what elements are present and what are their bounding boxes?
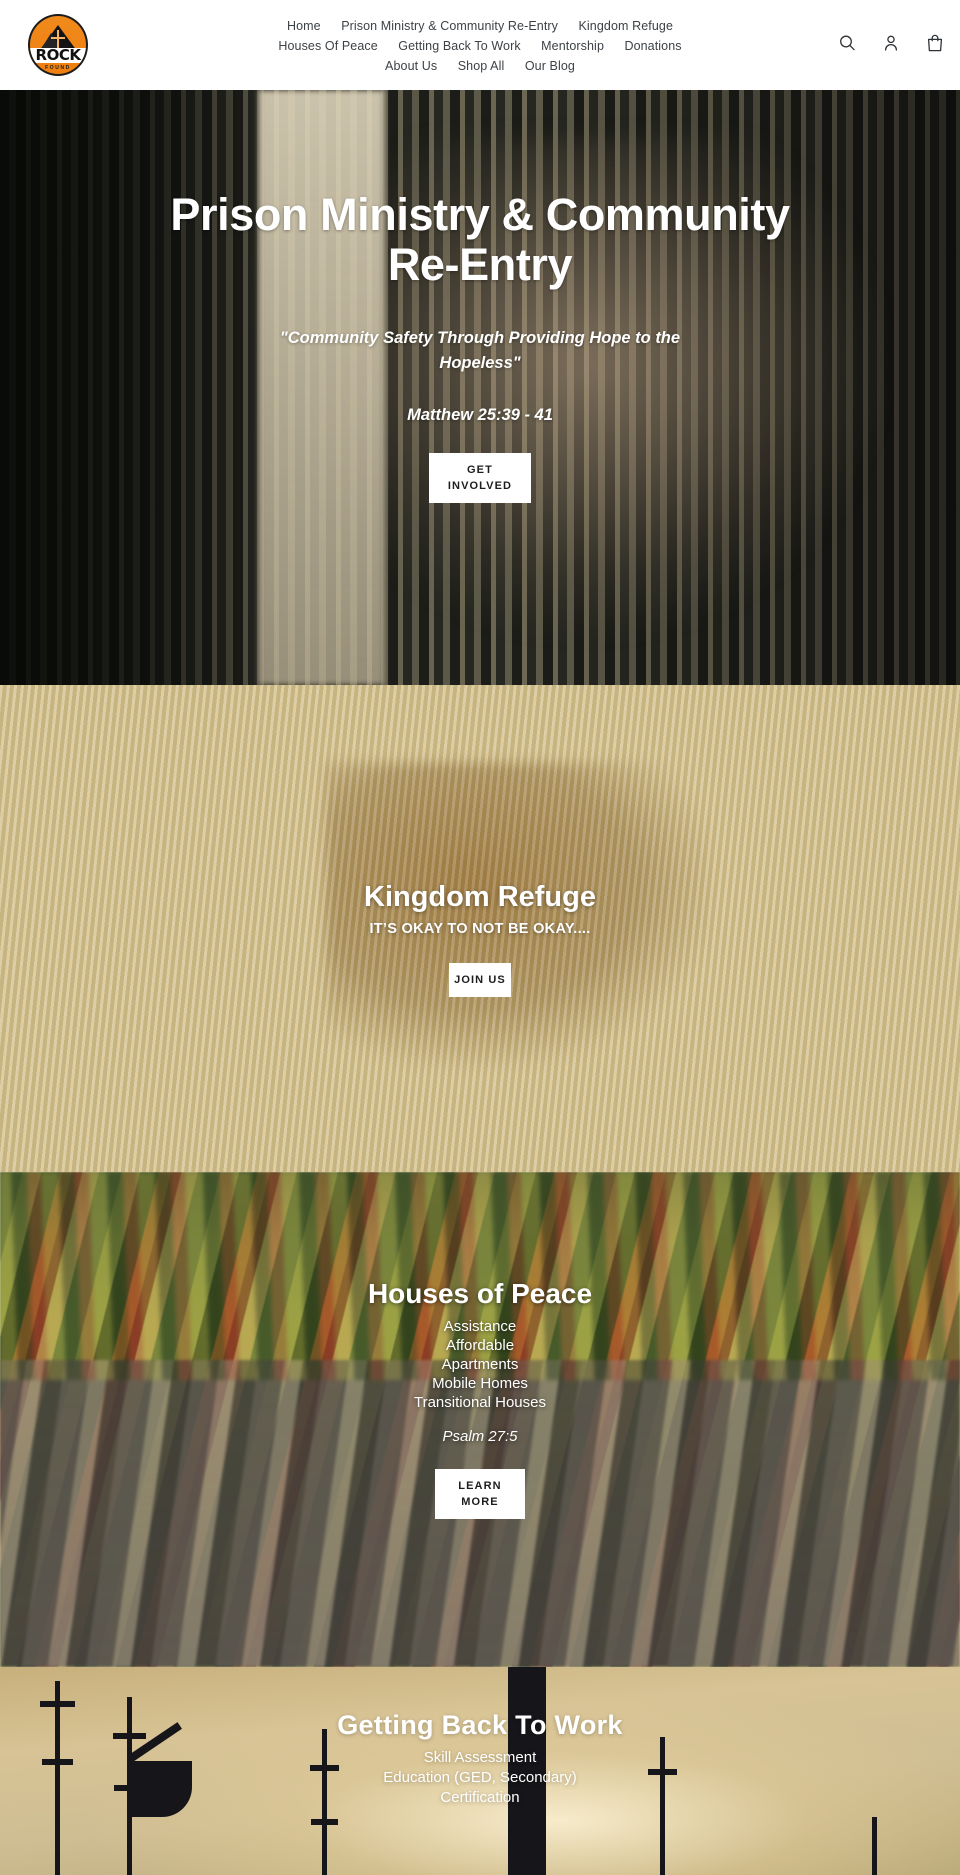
- list-item: Education (GED, Secondary): [383, 1769, 577, 1786]
- nav-row-1: Home Prison Ministry & Community Re-Entr…: [0, 16, 960, 36]
- logo-wordmark: ROCK: [30, 48, 86, 63]
- cart-icon[interactable]: [926, 33, 944, 53]
- join-us-button[interactable]: JOIN US: [449, 963, 511, 997]
- get-involved-button[interactable]: GET INVOLVED: [429, 453, 531, 503]
- site-logo[interactable]: ROCK FOUND: [28, 14, 88, 76]
- header-icon-group: [838, 33, 944, 53]
- nav-item-prison-ministry[interactable]: Prison Ministry & Community Re-Entry: [333, 17, 566, 36]
- slide-getting-back-to-work: Getting Back To Work Skill Assessment Ed…: [0, 1667, 960, 1875]
- slide-houses-verse: Psalm 27:5: [442, 1428, 518, 1445]
- nav-item-home[interactable]: Home: [279, 17, 329, 36]
- list-item: Assistance: [443, 1318, 517, 1335]
- slide-prison-ministry: Prison Ministry & Community Re-Entry "Co…: [0, 90, 960, 685]
- logo-subword-text: FOUND: [45, 65, 71, 71]
- page-root: ROCK FOUND Home Prison Ministry & Commun…: [0, 0, 960, 1875]
- nav-item-our-blog[interactable]: Our Blog: [517, 57, 583, 76]
- slide-houses-of-peace: Houses of Peace Assistance Affordable Ap…: [0, 1172, 960, 1667]
- site-header: ROCK FOUND Home Prison Ministry & Commun…: [0, 0, 960, 90]
- nav-item-kingdom-refuge[interactable]: Kingdom Refuge: [570, 17, 681, 36]
- logo-cross-crossbar: [51, 37, 65, 39]
- slide-prison-subtitle: "Community Safety Through Providing Hope…: [279, 329, 681, 372]
- slide-houses-service-list: Assistance Affordable Apartments Mobile …: [0, 1317, 960, 1412]
- learn-more-button[interactable]: LEARN MORE: [435, 1469, 525, 1519]
- nav-row-2: Houses Of Peace Getting Back To Work Men…: [0, 36, 960, 56]
- slide-refuge-subtitle: IT’S OKAY TO NOT BE OKAY....: [369, 921, 591, 937]
- nav-row-3: About Us Shop All Our Blog: [0, 56, 960, 76]
- nav-item-mentorship[interactable]: Mentorship: [533, 37, 612, 56]
- nav-item-shop-all[interactable]: Shop All: [450, 57, 513, 76]
- crane-silhouette: [872, 1817, 877, 1875]
- account-icon[interactable]: [882, 33, 900, 53]
- slide-houses-title: Houses of Peace: [367, 1278, 593, 1309]
- slide-refuge-title: Kingdom Refuge: [364, 881, 596, 913]
- slide-work-content: Getting Back To Work Skill Assessment Ed…: [0, 1667, 960, 1808]
- nav-item-getting-back-to-work[interactable]: Getting Back To Work: [390, 37, 528, 56]
- logo-word-text: ROCK: [35, 46, 81, 64]
- nav-item-donations[interactable]: Donations: [616, 37, 689, 56]
- list-item: Mobile Homes: [432, 1375, 528, 1392]
- nav-item-houses-of-peace[interactable]: Houses Of Peace: [270, 37, 385, 56]
- slide-houses-content: Houses of Peace Assistance Affordable Ap…: [0, 1172, 960, 1519]
- list-item: Apartments: [441, 1356, 519, 1373]
- slide-prison-verse: Matthew 25:39 - 41: [407, 406, 553, 424]
- slide-prison-content: Prison Ministry & Community Re-Entry "Co…: [0, 90, 960, 503]
- list-item: Skill Assessment: [423, 1749, 537, 1766]
- slide-prison-title: Prison Ministry & Community Re-Entry: [170, 189, 790, 290]
- list-item: Certification: [440, 1789, 520, 1806]
- nav-item-about-us[interactable]: About Us: [377, 57, 445, 76]
- search-icon[interactable]: [838, 33, 856, 53]
- list-item: Affordable: [445, 1337, 515, 1354]
- main-navigation: Home Prison Ministry & Community Re-Entr…: [0, 0, 960, 76]
- slide-work-title: Getting Back To Work: [337, 1710, 623, 1740]
- slide-kingdom-refuge: Kingdom Refuge IT’S OKAY TO NOT BE OKAY.…: [0, 685, 960, 1172]
- crane-crossbar: [311, 1819, 338, 1825]
- slide-refuge-content: Kingdom Refuge IT’S OKAY TO NOT BE OKAY.…: [0, 685, 960, 997]
- list-item: Transitional Houses: [413, 1394, 546, 1411]
- slide-work-service-list: Skill Assessment Education (GED, Seconda…: [0, 1748, 960, 1808]
